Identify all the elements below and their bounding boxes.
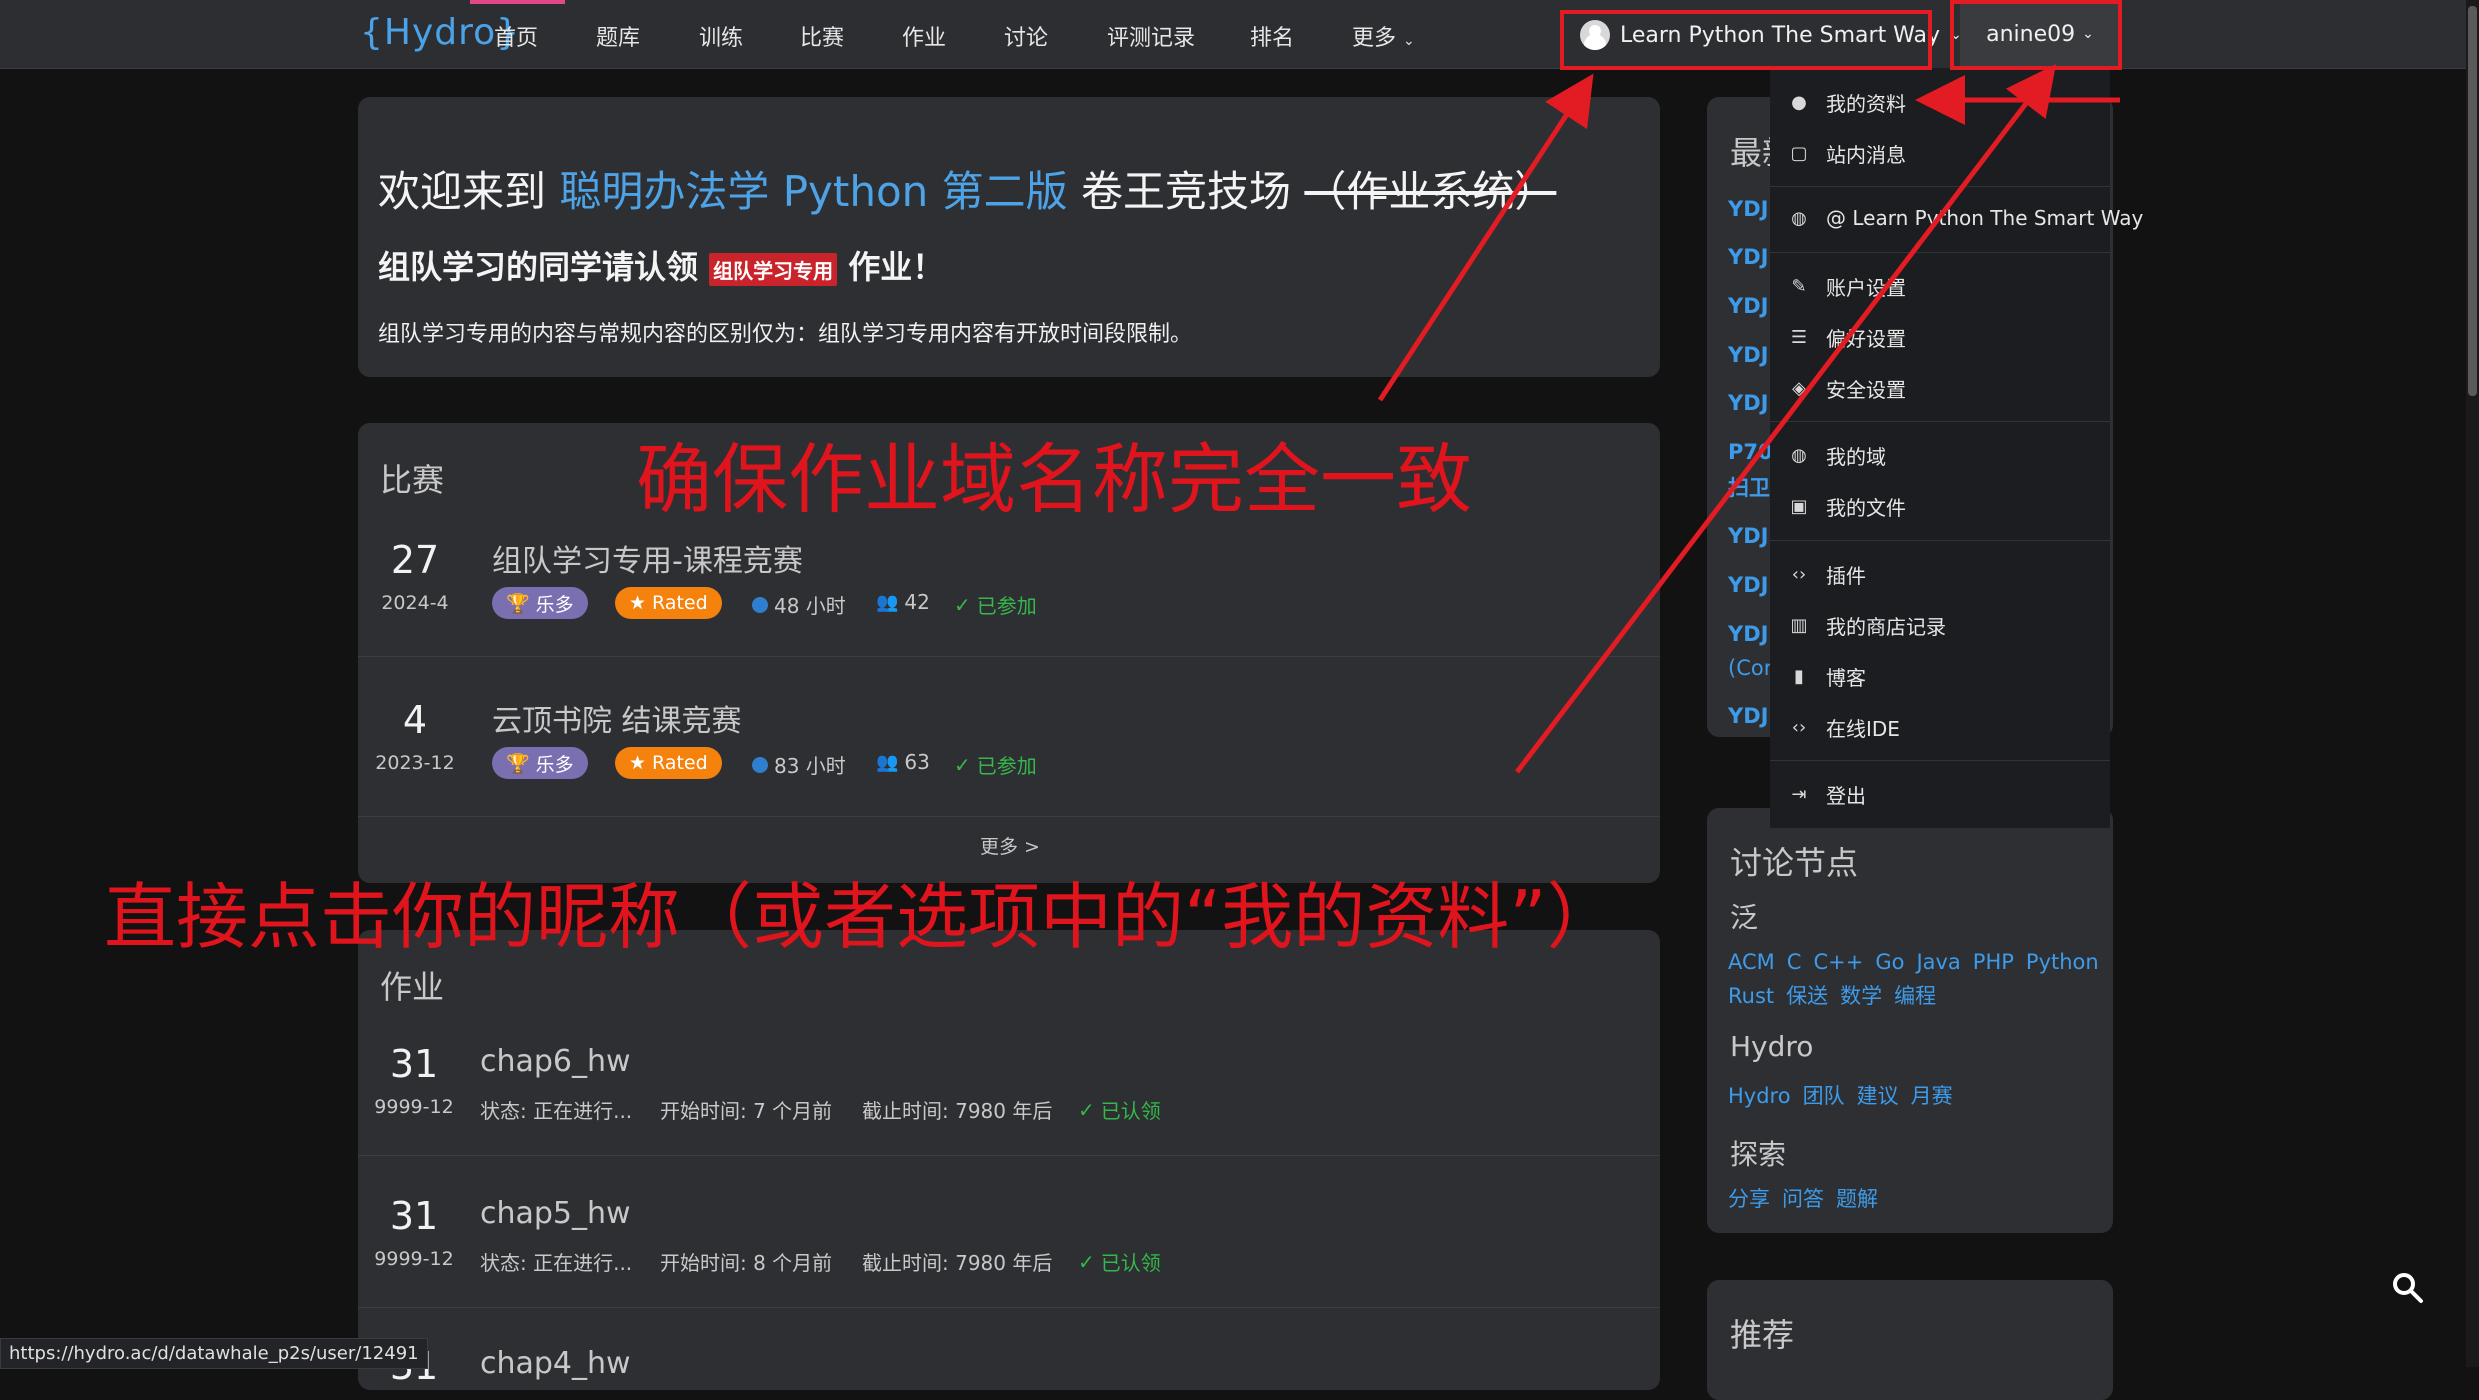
link-preview-status: https://hydro.ac/d/datawhale_p2s/user/12… bbox=[0, 1338, 428, 1369]
search-icon[interactable] bbox=[2390, 1270, 2424, 1304]
arrow-to-username bbox=[1515, 64, 2057, 774]
annotation-click-nickname: 直接点击你的昵称（或者选项中的“我的资料”） bbox=[104, 875, 1619, 959]
annotation-arrows bbox=[1377, 64, 2120, 774]
annotation-domain-match: 确保作业域名称完全一致 bbox=[636, 435, 1472, 524]
scrollbar-thumb[interactable] bbox=[2468, 6, 2477, 396]
arrow-to-domain bbox=[1377, 73, 1594, 402]
